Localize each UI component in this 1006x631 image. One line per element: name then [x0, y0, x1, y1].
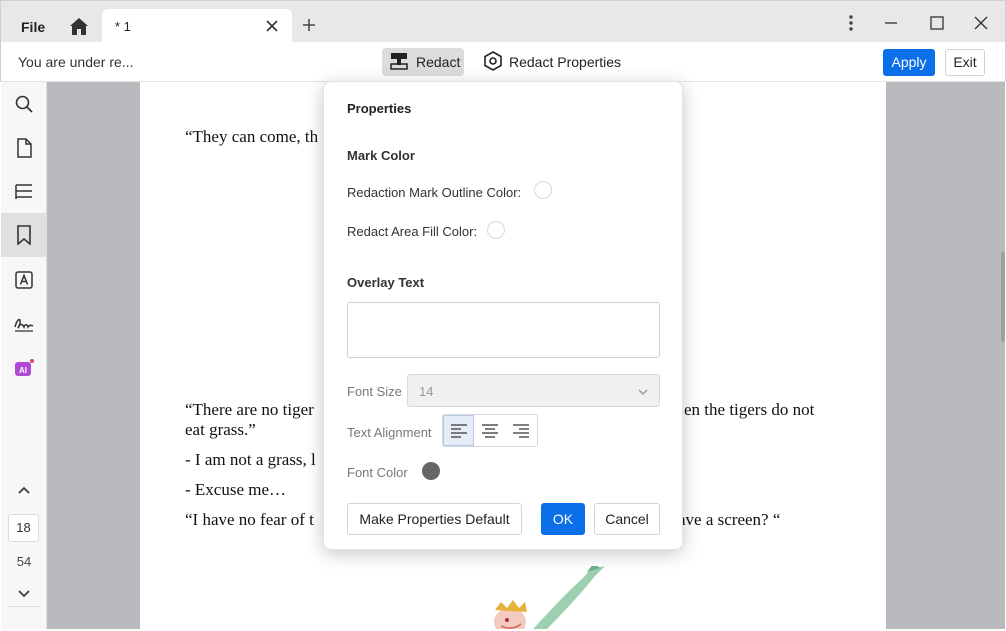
maximize-icon[interactable] — [927, 13, 947, 33]
font-color-picker[interactable] — [422, 462, 440, 480]
ai-assistant-icon[interactable]: AI — [1, 346, 47, 390]
title-bar: File * 1 — [0, 0, 1006, 43]
doc-text-line: “They can come, th — [185, 127, 319, 146]
window-close-icon[interactable] — [971, 13, 991, 33]
overlay-text-input[interactable] — [347, 302, 660, 358]
outline-icon[interactable] — [1, 170, 47, 214]
redact-properties-button[interactable]: Redact Properties — [483, 48, 621, 76]
align-center-button[interactable] — [474, 415, 505, 446]
dialog-title: Properties — [347, 101, 412, 116]
align-right-button[interactable] — [505, 415, 536, 446]
scrollbar[interactable] — [1001, 252, 1005, 342]
home-icon[interactable] — [67, 14, 91, 38]
svg-text:AI: AI — [19, 366, 27, 375]
make-properties-default-button[interactable]: Make Properties Default — [347, 503, 522, 535]
font-size-select[interactable]: 14 — [407, 374, 660, 407]
bookmark-icon[interactable] — [1, 213, 47, 257]
outline-color-label: Redaction Mark Outline Color: — [347, 185, 522, 200]
current-page-input[interactable]: 18 — [8, 514, 39, 542]
more-vertical-icon[interactable] — [841, 13, 861, 33]
font-color-label: Font Color — [347, 465, 408, 480]
ok-button[interactable]: OK — [541, 503, 585, 535]
chevron-up-icon[interactable] — [1, 468, 47, 512]
illustration-image — [415, 564, 615, 629]
chevron-down-icon — [637, 385, 649, 397]
document-tab[interactable]: * 1 — [102, 9, 292, 43]
doc-text-line: “I have no fear of t — [185, 510, 314, 529]
plus-icon[interactable] — [299, 15, 319, 35]
cancel-button[interactable]: Cancel — [594, 503, 660, 535]
settings-hexagon-icon — [483, 50, 503, 74]
redact-toolbar: You are under re... Redact Redact Proper… — [0, 42, 1006, 82]
apply-button[interactable]: Apply — [883, 49, 935, 76]
doc-text-line: - I am not a grass, l — [185, 450, 316, 469]
doc-text-line: - Excuse me… — [185, 480, 287, 499]
redact-status-text: You are under re... — [18, 54, 134, 70]
exit-button[interactable]: Exit — [945, 49, 985, 76]
align-left-button[interactable] — [443, 415, 474, 446]
doc-text-line: eat grass.” — [185, 420, 256, 439]
tab-title: * 1 — [115, 19, 131, 34]
text-box-icon[interactable] — [1, 258, 47, 302]
left-sidebar: AI 18 54 — [1, 82, 47, 629]
outline-color-picker[interactable] — [534, 181, 552, 199]
minimize-icon[interactable] — [881, 13, 901, 33]
doc-text-line: en the tigers do not — [684, 400, 815, 419]
align-left-icon — [450, 423, 467, 438]
page-icon[interactable] — [1, 126, 47, 170]
redact-label: Redact — [416, 54, 461, 70]
align-center-icon — [481, 423, 498, 438]
overlay-text-heading: Overlay Text — [347, 275, 425, 290]
fill-color-label: Redact Area Fill Color: — [347, 224, 478, 239]
redact-properties-label: Redact Properties — [509, 54, 622, 70]
align-right-icon — [512, 423, 529, 438]
doc-text-line: “There are no tiger — [185, 400, 314, 419]
signature-icon[interactable] — [1, 302, 47, 346]
redact-button[interactable]: Redact — [382, 48, 464, 76]
text-alignment-label: Text Alignment — [347, 425, 432, 440]
mark-color-heading: Mark Color — [347, 148, 415, 163]
fill-color-picker[interactable] — [487, 221, 505, 239]
font-size-value: 14 — [419, 384, 434, 399]
redact-icon — [390, 52, 408, 73]
font-size-label: Font Size — [347, 384, 402, 399]
file-menu[interactable]: File — [21, 19, 45, 35]
close-icon[interactable] — [264, 18, 280, 34]
search-icon[interactable] — [1, 82, 47, 126]
properties-dialog: Properties Mark Color Redaction Mark Out… — [323, 81, 683, 550]
total-pages: 54 — [16, 554, 32, 569]
text-alignment-group — [442, 414, 538, 447]
doc-text-line: ave a screen? “ — [678, 510, 781, 529]
chevron-down-icon[interactable] — [1, 572, 47, 616]
